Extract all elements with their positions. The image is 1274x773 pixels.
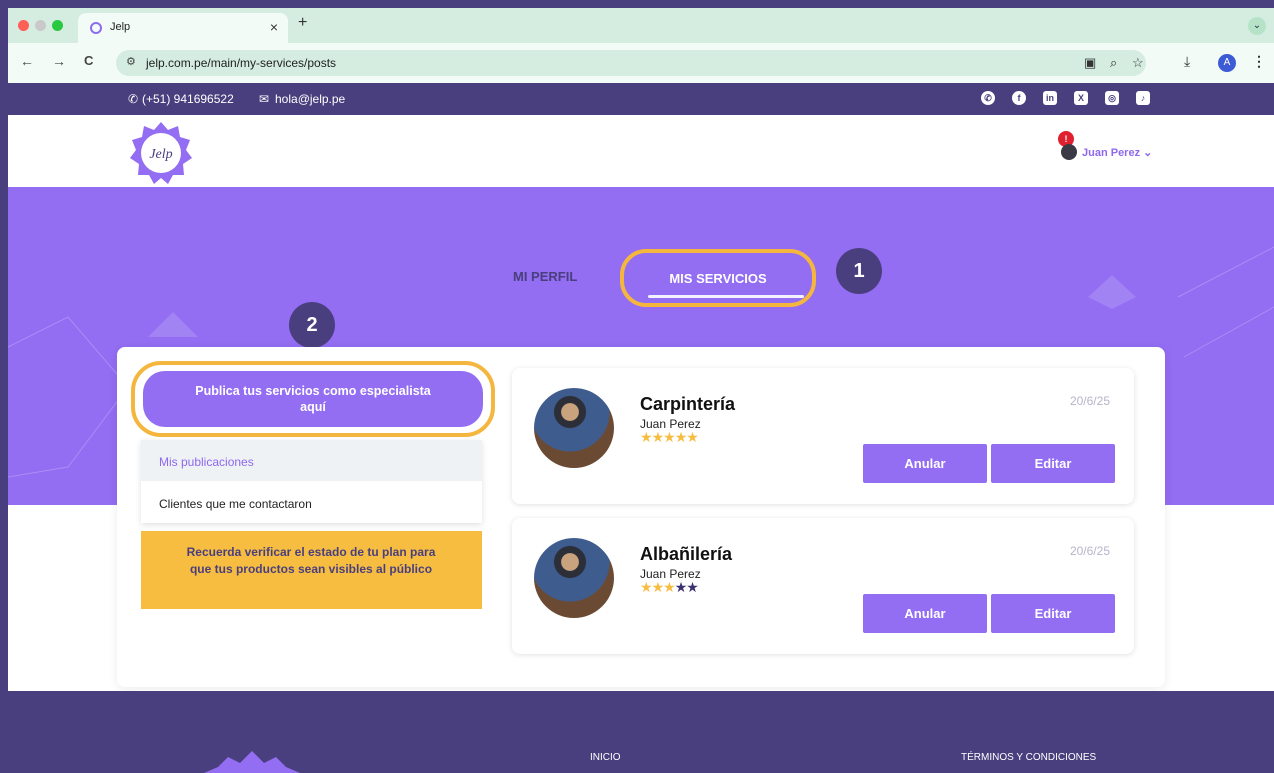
minimize-window-icon[interactable] <box>35 20 46 31</box>
chevron-down-icon: ⌄ <box>1143 147 1153 159</box>
publish-service-label: Publica tus servicios como especialista … <box>195 384 431 414</box>
new-tab-button[interactable]: + <box>298 14 307 32</box>
active-tab-underline <box>648 295 804 298</box>
bookmark-star-icon[interactable]: ☆ <box>1132 55 1144 71</box>
publish-service-button[interactable]: Publica tus servicios como especialista … <box>143 371 483 427</box>
tab-mi-perfil[interactable]: MI PERFIL <box>513 269 577 284</box>
linkedin-icon[interactable]: in <box>1043 91 1057 105</box>
jelp-logo[interactable]: Jelp <box>128 120 194 186</box>
tiktok-icon[interactable]: ♪ <box>1136 91 1150 105</box>
service-provider-photo <box>534 538 614 618</box>
back-icon[interactable]: ← <box>20 53 34 69</box>
phone-icon: ✆ <box>128 92 139 106</box>
service-date: 20/6/25 <box>1069 544 1110 558</box>
service-date: 20/6/25 <box>1069 394 1110 408</box>
star-icon: ★ <box>674 429 688 445</box>
footer-link-inicio[interactable]: INICIO <box>590 752 621 763</box>
menu-item-mis-publicaciones[interactable]: Mis publicaciones <box>141 440 482 481</box>
menu-item-label: Clientes que me contactaron <box>159 497 312 511</box>
close-tab-icon[interactable]: × <box>270 19 278 35</box>
edit-service-button[interactable]: Editar <box>991 444 1115 483</box>
reload-icon[interactable]: C <box>84 53 93 68</box>
footer-link-terminos[interactable]: TÉRMINOS Y CONDICIONES <box>961 752 1096 763</box>
service-provider-photo <box>534 388 614 468</box>
step-badge-2: 2 <box>289 302 335 348</box>
star-icon: ★ <box>686 429 699 445</box>
browser-tab-bar: Jelp × + ⌄ <box>8 8 1274 43</box>
star-icon: ★ <box>663 429 676 445</box>
tab-search-chevron-icon[interactable]: ⌄ <box>1248 17 1266 35</box>
zoom-icon[interactable]: ⌕ <box>1110 55 1117 71</box>
service-title: Albañilería <box>640 544 733 564</box>
jelp-favicon-icon <box>90 22 102 34</box>
download-icon[interactable]: ⤓ <box>1184 53 1190 70</box>
site-footer: INICIO TÉRMINOS Y CONDICIONES <box>8 691 1274 773</box>
url-text: jelp.com.pe/main/my-services/posts <box>146 56 337 70</box>
services-side-menu: Mis publicaciones Clientes que me contac… <box>141 440 482 523</box>
user-name[interactable]: Juan Perez ⌄ <box>1082 146 1152 159</box>
star-icon: ★ <box>686 579 699 595</box>
edit-service-button[interactable]: Editar <box>991 594 1115 633</box>
star-icon: ★ <box>651 579 665 595</box>
menu-item-label: Mis publicaciones <box>159 455 254 469</box>
address-bar[interactable]: ⚙ jelp.com.pe/main/my-services/posts ▣ ⌕… <box>116 50 1146 76</box>
instagram-icon[interactable]: ◎ <box>1105 91 1119 105</box>
browser-menu-icon[interactable]: ⋮ <box>1252 53 1266 70</box>
email-address[interactable]: hola@jelp.pe <box>275 92 345 106</box>
tab-mis-servicios-label: MIS SERVICIOS <box>669 271 767 286</box>
x-icon[interactable]: X <box>1074 91 1088 105</box>
site-header: Jelp ! Juan Perez ⌄ <box>8 115 1274 187</box>
plan-reminder-note: Recuerda verificar el estado de tu plan … <box>141 531 482 609</box>
forward-icon[interactable]: → <box>52 53 66 69</box>
star-icon: ★ <box>674 579 688 595</box>
cancel-service-button[interactable]: Anular <box>863 444 987 483</box>
step-badge-1: 1 <box>836 248 882 294</box>
browser-toolbar: ← → C ⚙ jelp.com.pe/main/my-services/pos… <box>8 43 1274 83</box>
cancel-service-button[interactable]: Anular <box>863 594 987 633</box>
site-settings-icon[interactable]: ⚙ <box>126 55 136 68</box>
phone-number[interactable]: (+51) 941696522 <box>142 92 234 106</box>
publish-highlight: Publica tus servicios como especialista … <box>131 361 495 437</box>
star-icon: ★ <box>651 429 665 445</box>
user-avatar <box>1061 144 1077 160</box>
facebook-icon[interactable]: f <box>1012 91 1026 105</box>
star-icon: ★ <box>640 579 653 595</box>
star-rating: ★★★★★ <box>640 579 699 596</box>
mail-icon: ✉ <box>259 92 270 106</box>
service-card: Albañilería Juan Perez ★★★★★ 20/6/25 Anu… <box>512 518 1134 654</box>
star-icon: ★ <box>640 429 653 445</box>
logo-text: Jelp <box>149 147 172 162</box>
menu-item-clientes-contactaron[interactable]: Clientes que me contactaron <box>141 482 482 523</box>
tab-title: Jelp <box>110 21 131 33</box>
star-icon: ★ <box>663 579 676 595</box>
service-card: Carpintería Juan Perez ★★★★★ 20/6/25 Anu… <box>512 368 1134 504</box>
star-rating: ★★★★★ <box>640 429 699 446</box>
translate-icon[interactable]: ▣ <box>1084 55 1096 71</box>
plan-reminder-text: Recuerda verificar el estado de tu plan … <box>186 545 436 576</box>
browser-profile-avatar[interactable]: A <box>1218 54 1236 72</box>
close-window-icon[interactable] <box>18 20 29 31</box>
contact-bar: ✆ (+51) 941696522 ✉ hola@jelp.pe ✆ f in … <box>8 83 1274 115</box>
tab-mis-servicios[interactable]: MIS SERVICIOS <box>620 249 816 307</box>
maximize-window-icon[interactable] <box>52 20 63 31</box>
browser-tab[interactable]: Jelp × <box>78 13 288 43</box>
whatsapp-icon[interactable]: ✆ <box>981 91 995 105</box>
footer-logo[interactable] <box>204 751 300 773</box>
user-name-label: Juan Perez <box>1082 147 1141 159</box>
service-title: Carpintería <box>640 394 736 414</box>
